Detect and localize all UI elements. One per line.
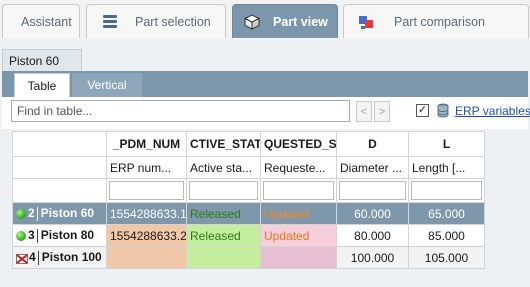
cell-active[interactable]: Released: [186, 202, 261, 225]
next-label: >: [378, 105, 386, 118]
row-header[interactable]: 4 Piston 100: [12, 246, 107, 269]
row-header[interactable]: 3 Piston 80: [12, 224, 107, 247]
filter-erp-input[interactable]: [109, 181, 184, 200]
table-row[interactable]: 3 Piston 80 1554288633.2 Released Updated…: [12, 224, 485, 247]
green-status-icon: [16, 208, 26, 219]
row-name: Piston 80: [40, 228, 95, 243]
row-name: Piston 60: [40, 206, 95, 221]
row-number: 3: [28, 228, 35, 243]
cube-icon: [243, 13, 261, 31]
cell-requested[interactable]: Updated: [260, 202, 337, 225]
error-status-icon: [16, 253, 28, 264]
cell-l[interactable]: 65.000: [408, 202, 485, 225]
tab-table[interactable]: Table: [14, 73, 70, 97]
tab-part-view[interactable]: Part view: [232, 4, 338, 38]
table-row[interactable]: 4 Piston 100 100.000 105.000: [12, 246, 485, 269]
cell-requested[interactable]: [260, 246, 337, 269]
database-icon: [437, 103, 449, 118]
erp-variables-checkbox[interactable]: ✓: [416, 104, 429, 117]
col-header-erp[interactable]: _PDM_NUM: [106, 131, 187, 157]
cell-l[interactable]: 105.000: [408, 246, 485, 269]
cell-d[interactable]: 60.000: [336, 202, 409, 225]
col-desc-d: Diameter ...: [336, 156, 409, 179]
row-number: 2: [28, 206, 35, 221]
row-header[interactable]: 2 Piston 60: [12, 202, 107, 225]
erp-variables-link[interactable]: ERP variables: [455, 104, 530, 118]
tab-assistant[interactable]: Assistant: [2, 4, 80, 38]
prev-label: <: [360, 105, 368, 118]
row-number: 4: [29, 250, 36, 265]
tab-vertical-label: Vertical: [87, 78, 127, 92]
cell-erp[interactable]: [106, 246, 187, 269]
col-desc-erp: ERP num...: [106, 156, 187, 179]
tab-table-label: Table: [27, 78, 57, 93]
table-row[interactable]: 2 Piston 60 1554288633.1 Released Updated…: [12, 202, 485, 225]
col-header-requested[interactable]: QUESTED_ST.: [260, 131, 337, 157]
cell-d[interactable]: 80.000: [336, 224, 409, 247]
filter-requested-input[interactable]: [263, 181, 334, 200]
tab-part-view-label: Part view: [273, 14, 328, 29]
part-tab-label: Piston 60: [9, 53, 60, 68]
previous-match-button[interactable]: <: [356, 101, 372, 122]
filter-active-input[interactable]: [189, 181, 258, 200]
cell-erp[interactable]: 1554288633.2: [106, 224, 187, 247]
cell-requested[interactable]: Updated: [260, 224, 337, 247]
find-in-table-input[interactable]: [11, 100, 350, 122]
cell-active[interactable]: Released: [186, 224, 261, 247]
green-status-icon: [16, 230, 26, 241]
col-desc-active: Active sta...: [186, 156, 261, 179]
cell-active[interactable]: [186, 246, 261, 269]
tab-part-selection-label: Part selection: [135, 14, 211, 29]
filter-corner: [12, 178, 107, 203]
tab-assistant-label: Assistant: [21, 14, 72, 29]
col-header-active[interactable]: CTIVE_STAT: [186, 131, 261, 157]
col-header-l[interactable]: L: [408, 131, 485, 157]
part-tab[interactable]: Piston 60: [2, 49, 82, 71]
tab-vertical[interactable]: Vertical: [72, 73, 142, 97]
col-desc-requested: Requeste...: [260, 156, 337, 179]
cell-l[interactable]: 85.000: [408, 224, 485, 247]
compare-icon: [358, 13, 376, 31]
tab-part-comparison[interactable]: Part comparison: [343, 4, 529, 38]
parts-table: _PDM_NUM CTIVE_STAT QUESTED_ST. D L ERP …: [12, 131, 485, 269]
row-header-corner: [12, 131, 107, 157]
col-desc-l: Length [...: [408, 156, 485, 179]
row-header-corner-sub: [12, 156, 107, 179]
tab-part-selection[interactable]: Part selection: [86, 4, 226, 38]
row-name: Piston 100: [41, 250, 102, 265]
top-tab-bar: Assistant Part selection Part view Part …: [0, 0, 530, 41]
stack-icon: [101, 13, 119, 31]
cell-erp[interactable]: 1554288633.1: [106, 202, 187, 225]
col-header-d[interactable]: D: [336, 131, 409, 157]
tab-part-comparison-label: Part comparison: [394, 14, 486, 29]
filter-l-input[interactable]: [411, 181, 482, 200]
cell-d[interactable]: 100.000: [336, 246, 409, 269]
next-match-button[interactable]: >: [374, 101, 390, 122]
filter-d-input[interactable]: [339, 181, 406, 200]
